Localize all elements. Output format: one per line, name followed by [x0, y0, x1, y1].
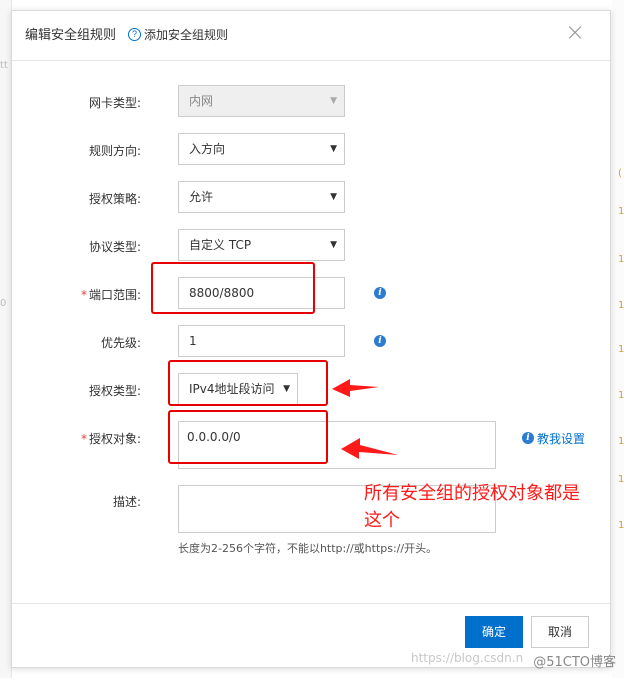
watermark: https://blog.csdn.n @51CTO博客: [411, 651, 616, 670]
annotation-arrow: [332, 379, 379, 397]
annotation-text: 所有安全组的授权对象都是 这个: [364, 480, 580, 534]
watermark-url: https://blog.csdn.n: [410, 651, 524, 665]
annotation-line-2: 这个: [364, 510, 400, 531]
annotation-arrow: [341, 438, 398, 459]
annotation-line-1: 所有安全组的授权对象都是: [364, 483, 580, 504]
watermark-brand: @51CTO博客: [533, 655, 616, 670]
annotation-arrows: [332, 379, 398, 459]
